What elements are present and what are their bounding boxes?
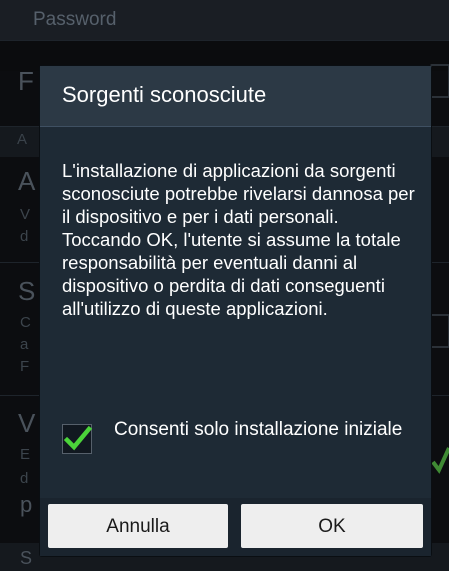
checkmark-icon — [63, 425, 92, 451]
settings-row-summary-letter: C — [20, 314, 31, 331]
dialog-button-bar: Annulla OK — [40, 498, 431, 556]
initial-install-only-option[interactable]: Consenti solo installazione iniziale — [62, 418, 417, 468]
settings-section-letter: A — [17, 131, 28, 148]
initial-install-only-checkbox[interactable] — [62, 424, 92, 454]
settings-row-letter: A — [18, 166, 36, 196]
dialog-title: Sorgenti sconosciute — [62, 82, 267, 107]
cancel-button[interactable]: Annulla — [48, 504, 228, 548]
settings-footer-letter: S — [20, 548, 33, 568]
dialog-header: Sorgenti sconosciute — [40, 66, 431, 127]
settings-row-summary-letter: d — [20, 228, 29, 245]
settings-row-letter: S — [18, 276, 36, 306]
settings-row-checkbox — [430, 314, 449, 348]
initial-install-only-label: Consenti solo installazione iniziale — [114, 419, 403, 440]
settings-row-summary-letter: F — [20, 358, 30, 375]
ok-button[interactable]: OK — [241, 504, 423, 548]
unknown-sources-dialog: Sorgenti sconosciute L'installazione di … — [40, 66, 431, 556]
settings-row-checkbox — [430, 64, 449, 98]
password-section-header: Password — [0, 0, 449, 40]
settings-row-summary-letter: E — [20, 446, 31, 463]
settings-row-summary-letter: V — [20, 206, 31, 223]
settings-row-summary-letter: a — [20, 336, 29, 353]
settings-row-letter: p — [20, 492, 33, 517]
settings-row-letter: V — [18, 408, 36, 438]
settings-row-letter: F — [18, 66, 34, 96]
settings-row-summary-letter: d — [20, 470, 29, 487]
settings-check-icon — [431, 447, 449, 474]
dialog-message: L'installazione di applicazioni da sorge… — [62, 160, 415, 319]
